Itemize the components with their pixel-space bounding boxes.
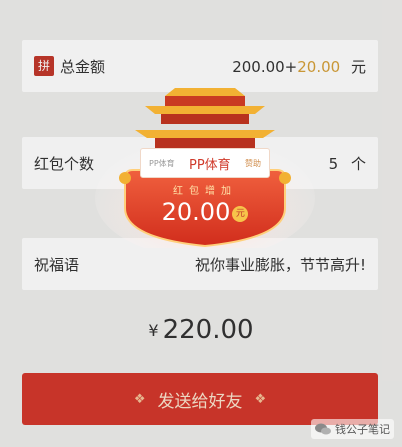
count-number: 5 xyxy=(328,154,339,173)
red-envelope-popup[interactable]: PP体育 PP体育 赞助 红包增加 20.00 元 xyxy=(95,78,315,258)
total-amount-bonus: 20.00 xyxy=(297,57,341,76)
count-value[interactable]: 5 个 xyxy=(329,153,366,174)
watermark-text: 钱公子笔记 xyxy=(335,423,390,436)
sponsor-hint: 赞助 xyxy=(245,158,261,168)
total-amount-display: ¥220.00 xyxy=(0,315,402,345)
count-unit: 个 xyxy=(350,154,366,173)
greeting-value[interactable]: 祝你事业膨胀，节节高升! xyxy=(195,254,366,275)
total-amount-label: 总金额 xyxy=(60,57,106,76)
send-to-friend-label: 发送给好友 xyxy=(157,391,243,412)
total-amount-unit: 元 xyxy=(350,57,366,76)
wechat-icon xyxy=(315,423,331,435)
total-amount-number: 220.00 xyxy=(162,315,254,345)
total-amount-base: 200.00+ xyxy=(232,57,298,76)
wechat-watermark: 钱公子笔记 xyxy=(311,419,394,439)
envelope-amount-number: 20.00 xyxy=(161,198,231,226)
sponsor-logo-text: PP体育 xyxy=(149,158,175,168)
send-to-friend-button[interactable]: ❖ 发送给好友 ❖ xyxy=(22,373,378,425)
envelope-unit-badge: 元 xyxy=(232,206,249,222)
hongbao-page: 拼 总金额 200.00+20.00 元 红包个数 5 个 祝福语 祝你事业膨胀… xyxy=(0,0,402,447)
total-amount-value: 200.00+20.00 元 xyxy=(232,56,366,77)
envelope-headline: 红包增加 xyxy=(173,186,237,197)
pin-badge-icon: 拼 xyxy=(34,56,54,76)
sponsor-card: PP体育 PP体育 赞助 xyxy=(140,148,270,178)
greeting-label: 祝福语 xyxy=(34,255,80,274)
currency-symbol: ¥ xyxy=(148,321,159,340)
envelope-amount: 20.00 元 xyxy=(95,198,315,226)
decoration-right-icon: ❖ xyxy=(254,391,267,407)
decoration-left-icon: ❖ xyxy=(133,391,146,407)
sponsor-name: PP体育 xyxy=(188,157,231,173)
